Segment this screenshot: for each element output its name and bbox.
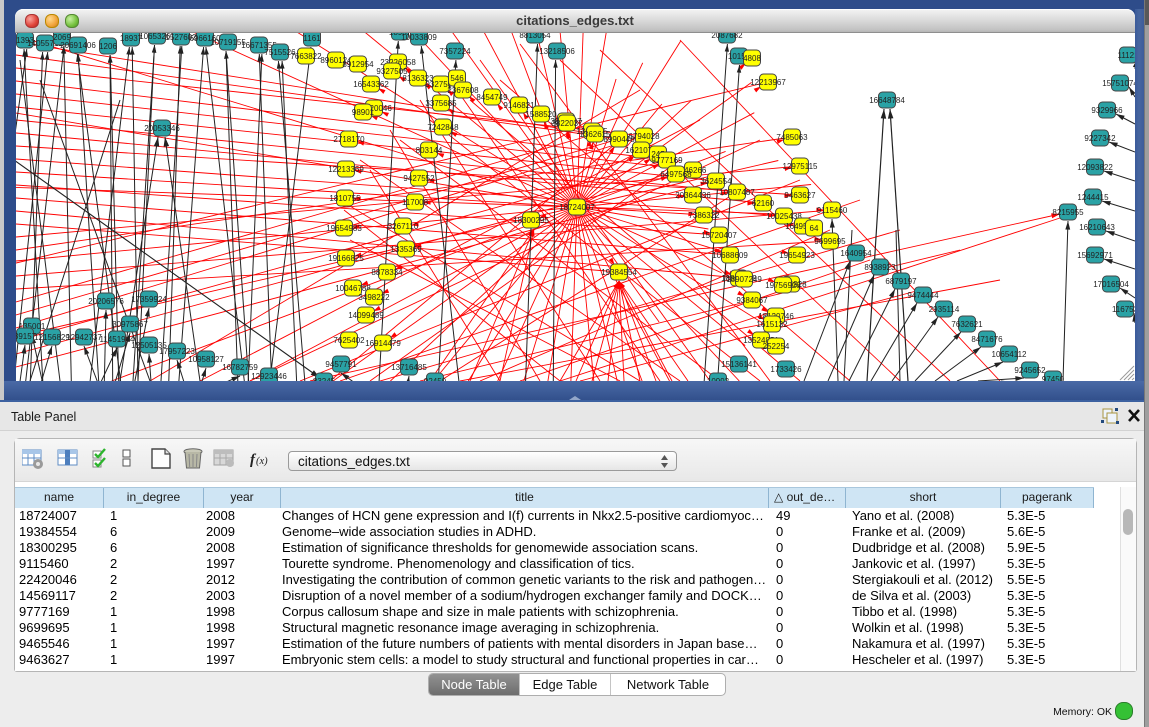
- svg-text:19654923: 19654923: [779, 251, 815, 260]
- svg-text:10958127: 10958127: [188, 355, 224, 364]
- svg-text:3624554: 3624554: [700, 177, 732, 186]
- svg-text:7663822: 7663822: [290, 52, 322, 61]
- svg-text:13218506: 13218506: [539, 47, 575, 56]
- svg-text:19166825: 19166825: [328, 254, 364, 263]
- svg-text:83245: 83245: [313, 377, 336, 381]
- svg-text:1615132: 1615132: [756, 320, 788, 329]
- svg-text:8471676: 8471676: [971, 335, 1003, 344]
- svg-text:62160: 62160: [752, 199, 775, 208]
- svg-text:15692971: 15692971: [1077, 251, 1113, 260]
- svg-text:4808: 4808: [743, 54, 761, 63]
- svg-text:1733426: 1733426: [770, 365, 802, 374]
- svg-text:7386322: 7386322: [688, 211, 720, 220]
- svg-text:16210643: 16210643: [1079, 223, 1115, 232]
- svg-text:12923446: 12923446: [251, 372, 287, 381]
- svg-text:11451944: 11451944: [100, 335, 136, 344]
- svg-text:10992: 10992: [707, 377, 730, 381]
- svg-text:11121: 11121: [1117, 51, 1135, 60]
- svg-text:15720407: 15720407: [701, 231, 737, 240]
- svg-text:17016504: 17016504: [1093, 280, 1129, 289]
- svg-text:116753: 116753: [1112, 305, 1135, 314]
- svg-text:30975867: 30975867: [112, 320, 148, 329]
- svg-text:19654983: 19654983: [326, 224, 362, 233]
- svg-text:9777169: 9777169: [651, 156, 683, 165]
- svg-text:1640954: 1640954: [840, 249, 872, 258]
- svg-text:9245652: 9245652: [1014, 366, 1046, 375]
- svg-text:12942737: 12942737: [66, 333, 102, 342]
- svg-text:7625402: 7625402: [333, 336, 365, 345]
- svg-text:6879197: 6879197: [885, 277, 917, 286]
- svg-text:3267110: 3267110: [388, 222, 419, 231]
- svg-text:7242848: 7242848: [427, 123, 459, 132]
- svg-text:12975115: 12975115: [783, 162, 819, 171]
- svg-text:9427552: 9427552: [403, 174, 435, 183]
- svg-text:18907249: 18907249: [726, 275, 762, 284]
- svg-text:20364436: 20364436: [675, 191, 711, 200]
- svg-text:9227342: 9227342: [1084, 134, 1116, 143]
- svg-text:10807487: 10807487: [719, 188, 755, 197]
- svg-text:2087682: 2087682: [711, 32, 743, 40]
- svg-text:18300295: 18300295: [513, 216, 549, 225]
- svg-text:8912954: 8912954: [342, 60, 374, 69]
- svg-text:252254: 252254: [763, 342, 790, 351]
- svg-text:9474444: 9474444: [907, 291, 939, 300]
- svg-text:19384554: 19384554: [601, 268, 637, 277]
- svg-text:9457791: 9457791: [325, 360, 357, 369]
- svg-text:8878334: 8878334: [371, 268, 403, 277]
- svg-text:6497568: 6497568: [660, 170, 692, 179]
- svg-text:10688609: 10688609: [712, 251, 748, 260]
- svg-text:20691406: 20691406: [60, 41, 96, 50]
- svg-text:16914479: 16914479: [365, 339, 401, 348]
- svg-text:7357224: 7357224: [439, 47, 471, 56]
- svg-text:8215955: 8215955: [1052, 208, 1084, 217]
- svg-text:20206576: 20206576: [88, 297, 124, 306]
- svg-text:14099489: 14099489: [348, 311, 384, 320]
- svg-text:8813054: 8813054: [519, 32, 551, 40]
- svg-text:13716485: 13716485: [391, 363, 427, 372]
- svg-text:12213369: 12213369: [328, 165, 364, 174]
- svg-text:9384067: 9384067: [736, 296, 768, 305]
- svg-text:1161: 1161: [303, 34, 321, 43]
- svg-text:1810755: 1810755: [329, 194, 361, 203]
- svg-text:2367608: 2367608: [447, 86, 479, 95]
- svg-text:10654112: 10654112: [992, 350, 1028, 359]
- svg-text:1206: 1206: [99, 42, 117, 51]
- svg-text:15136141: 15136141: [721, 360, 757, 369]
- svg-text:9329966: 9329966: [1091, 106, 1123, 115]
- svg-text:12093822: 12093822: [1077, 163, 1113, 172]
- svg-text:117008: 117008: [402, 198, 429, 207]
- svg-text:9146821: 9146821: [503, 101, 535, 110]
- svg-text:803144: 803144: [416, 146, 443, 155]
- svg-text:2718170: 2718170: [333, 135, 365, 144]
- svg-text:97450: 97450: [1042, 375, 1065, 381]
- svg-text:64: 64: [810, 224, 819, 233]
- svg-text:9463627: 9463627: [784, 191, 816, 200]
- svg-text:12213967: 12213967: [750, 78, 786, 87]
- svg-text:1244415: 1244415: [1077, 193, 1109, 202]
- svg-text:3498222: 3498222: [358, 293, 390, 302]
- svg-text:7485063: 7485063: [776, 133, 808, 142]
- svg-text:92450: 92450: [424, 377, 447, 381]
- svg-text:6794028: 6794028: [628, 132, 660, 141]
- svg-text:16648784: 16648784: [869, 96, 905, 105]
- svg-text:18724007: 18724007: [559, 203, 595, 212]
- svg-text:12156829: 12156829: [34, 333, 70, 342]
- svg-text:1335369: 1335369: [390, 245, 422, 254]
- svg-text:7632621: 7632621: [951, 320, 983, 329]
- svg-text:3822037: 3822037: [551, 119, 583, 128]
- svg-text:19756928: 19756928: [765, 281, 801, 290]
- svg-text:17359924: 17359924: [131, 295, 167, 304]
- svg-text:15751074: 15751074: [1102, 79, 1135, 88]
- svg-text:10033809: 10033809: [401, 33, 437, 42]
- svg-text:98901: 98901: [352, 108, 375, 117]
- svg-text:20053346: 20053346: [144, 124, 180, 133]
- svg-text:9699695: 9699695: [814, 237, 846, 246]
- svg-text:3375685: 3375685: [425, 99, 457, 108]
- svg-text:9115460: 9115460: [817, 206, 848, 215]
- svg-text:2935114: 2935114: [929, 305, 960, 314]
- svg-text:16782759: 16782759: [222, 363, 258, 372]
- svg-text:16543362: 16543362: [353, 80, 389, 89]
- svg-text:(x): (x): [256, 456, 268, 467]
- svg-text:8938923: 8938923: [864, 263, 896, 272]
